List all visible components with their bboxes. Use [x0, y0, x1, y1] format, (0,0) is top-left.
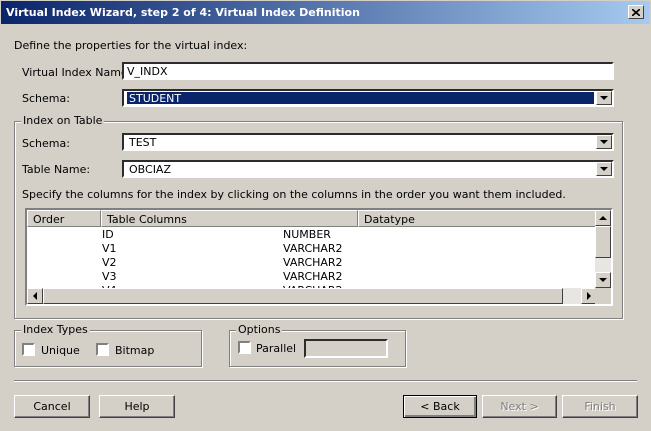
bitmap-checkbox[interactable]: [96, 343, 109, 356]
table-schema-value: TEST: [129, 136, 157, 149]
horizontal-scrollbar[interactable]: [27, 288, 597, 304]
scrollbar-corner: [595, 288, 611, 304]
schema-dropdown-button[interactable]: [596, 91, 612, 105]
schema-combo[interactable]: STUDENT: [122, 89, 614, 107]
index-types-legend: Index Types: [21, 323, 90, 336]
bitmap-label[interactable]: Bitmap: [115, 344, 154, 357]
chevron-down-icon: [600, 140, 608, 144]
virtual-index-name-input[interactable]: V_INDX: [122, 62, 614, 80]
parallel-label[interactable]: Parallel: [256, 342, 296, 355]
table-schema-label: Schema:: [22, 137, 70, 150]
intro-text: Define the properties for the virtual in…: [14, 39, 248, 52]
chevron-down-icon: [600, 167, 608, 171]
cancel-button[interactable]: Cancel: [14, 395, 90, 418]
index-on-table-legend: Index on Table: [21, 114, 105, 127]
columns-grid[interactable]: Order Table Columns Datatype ID NUMBER V…: [25, 208, 613, 306]
chevron-right-icon: [587, 292, 591, 300]
row-datatype: VARCHAR2: [283, 270, 343, 283]
scroll-left-button[interactable]: [27, 288, 43, 304]
horizontal-scroll-thumb[interactable]: [43, 288, 563, 304]
vertical-scrollbar[interactable]: [595, 210, 611, 288]
chevron-left-icon: [33, 292, 37, 300]
back-button[interactable]: < Back: [403, 395, 477, 418]
columns-instructions: Specify the columns for the index by cli…: [22, 188, 566, 201]
window-title: Virtual Index Wizard, step 2 of 4: Virtu…: [6, 6, 360, 19]
row-column: ID: [102, 228, 114, 241]
column-header-order[interactable]: Order: [27, 210, 101, 227]
row-column: V3: [102, 270, 117, 283]
unique-checkbox[interactable]: [22, 343, 35, 356]
options-legend: Options: [236, 323, 283, 336]
row-column: V2: [102, 256, 117, 269]
grid-rows: ID NUMBER V1 VARCHAR2 V2 VARCHAR2 V3 VAR…: [27, 228, 597, 293]
table-row[interactable]: V3 VARCHAR2: [27, 270, 597, 284]
unique-label[interactable]: Unique: [41, 344, 80, 357]
scroll-up-button[interactable]: [595, 210, 611, 226]
chevron-down-icon: [599, 278, 607, 282]
column-header-datatype[interactable]: Datatype: [358, 210, 597, 227]
help-button[interactable]: Help: [99, 395, 175, 418]
close-button[interactable]: [628, 5, 644, 19]
title-bar: Virtual Index Wizard, step 2 of 4: Virtu…: [0, 0, 651, 24]
grid-header: Order Table Columns Datatype: [27, 210, 597, 227]
chevron-down-icon: [600, 96, 608, 100]
table-name-dropdown-button[interactable]: [596, 162, 612, 176]
table-name-label: Table Name:: [22, 163, 91, 176]
table-name-combo[interactable]: OBCIAZ: [122, 160, 614, 178]
row-column: V1: [102, 242, 117, 255]
table-name-value: OBCIAZ: [129, 163, 171, 176]
table-schema-dropdown-button[interactable]: [596, 135, 612, 149]
close-icon: [632, 8, 640, 16]
parallel-checkbox[interactable]: [238, 341, 251, 354]
table-schema-combo[interactable]: TEST: [122, 133, 614, 151]
scroll-down-button[interactable]: [595, 272, 611, 288]
virtual-index-name-label: Virtual Index Name:: [22, 66, 132, 79]
row-datatype: VARCHAR2: [283, 242, 343, 255]
column-header-table-columns[interactable]: Table Columns: [101, 210, 358, 227]
footer-separator: [14, 380, 637, 382]
next-button[interactable]: Next >: [482, 395, 557, 418]
row-datatype: NUMBER: [283, 228, 331, 241]
schema-label: Schema:: [22, 92, 70, 105]
row-datatype: VARCHAR2: [283, 256, 343, 269]
vertical-scroll-thumb[interactable]: [595, 226, 611, 258]
finish-button[interactable]: Finish: [562, 395, 638, 418]
table-row[interactable]: ID NUMBER: [27, 228, 597, 242]
parallel-degree-input[interactable]: [304, 339, 388, 358]
virtual-index-name-value: V_INDX: [127, 65, 168, 78]
table-row[interactable]: V1 VARCHAR2: [27, 242, 597, 256]
schema-value: STUDENT: [127, 92, 594, 105]
table-row[interactable]: V2 VARCHAR2: [27, 256, 597, 270]
chevron-up-icon: [599, 216, 607, 220]
